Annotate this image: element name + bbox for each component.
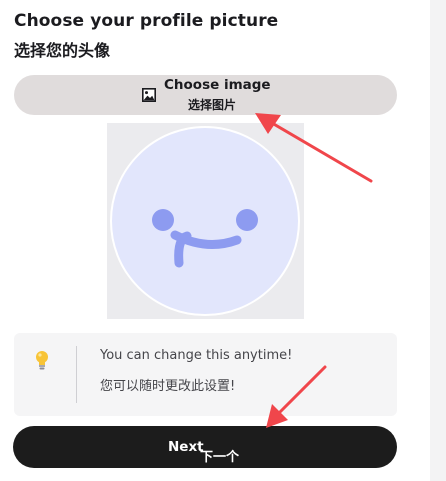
avatar-right-eye <box>236 209 258 231</box>
next-button-label-zh: 下一个 <box>200 450 240 465</box>
right-edge-strip <box>430 0 446 481</box>
tip-text: You can change this anytime! <box>100 348 293 363</box>
avatar-preview <box>107 123 304 319</box>
choose-image-label-zh: 选择图片 <box>188 98 237 112</box>
choose-image-button[interactable]: Choose image 选择图片 <box>14 75 397 115</box>
image-icon <box>142 88 156 102</box>
avatar-face <box>110 126 300 316</box>
lightbulb-icon <box>36 351 48 370</box>
choose-image-label: Choose image <box>164 77 271 93</box>
next-button-label: Next <box>168 439 204 455</box>
tip-card: You can change this anytime! 您可以随时更改此设置! <box>14 333 397 416</box>
page-title-zh: 选择您的头像 <box>14 41 111 60</box>
next-button[interactable]: Next 下一个 <box>13 426 397 468</box>
avatar-left-eye <box>152 209 174 231</box>
page-title: Choose your profile picture <box>14 11 279 31</box>
tip-text-zh: 您可以随时更改此设置! <box>100 379 236 394</box>
tip-divider <box>76 346 77 403</box>
